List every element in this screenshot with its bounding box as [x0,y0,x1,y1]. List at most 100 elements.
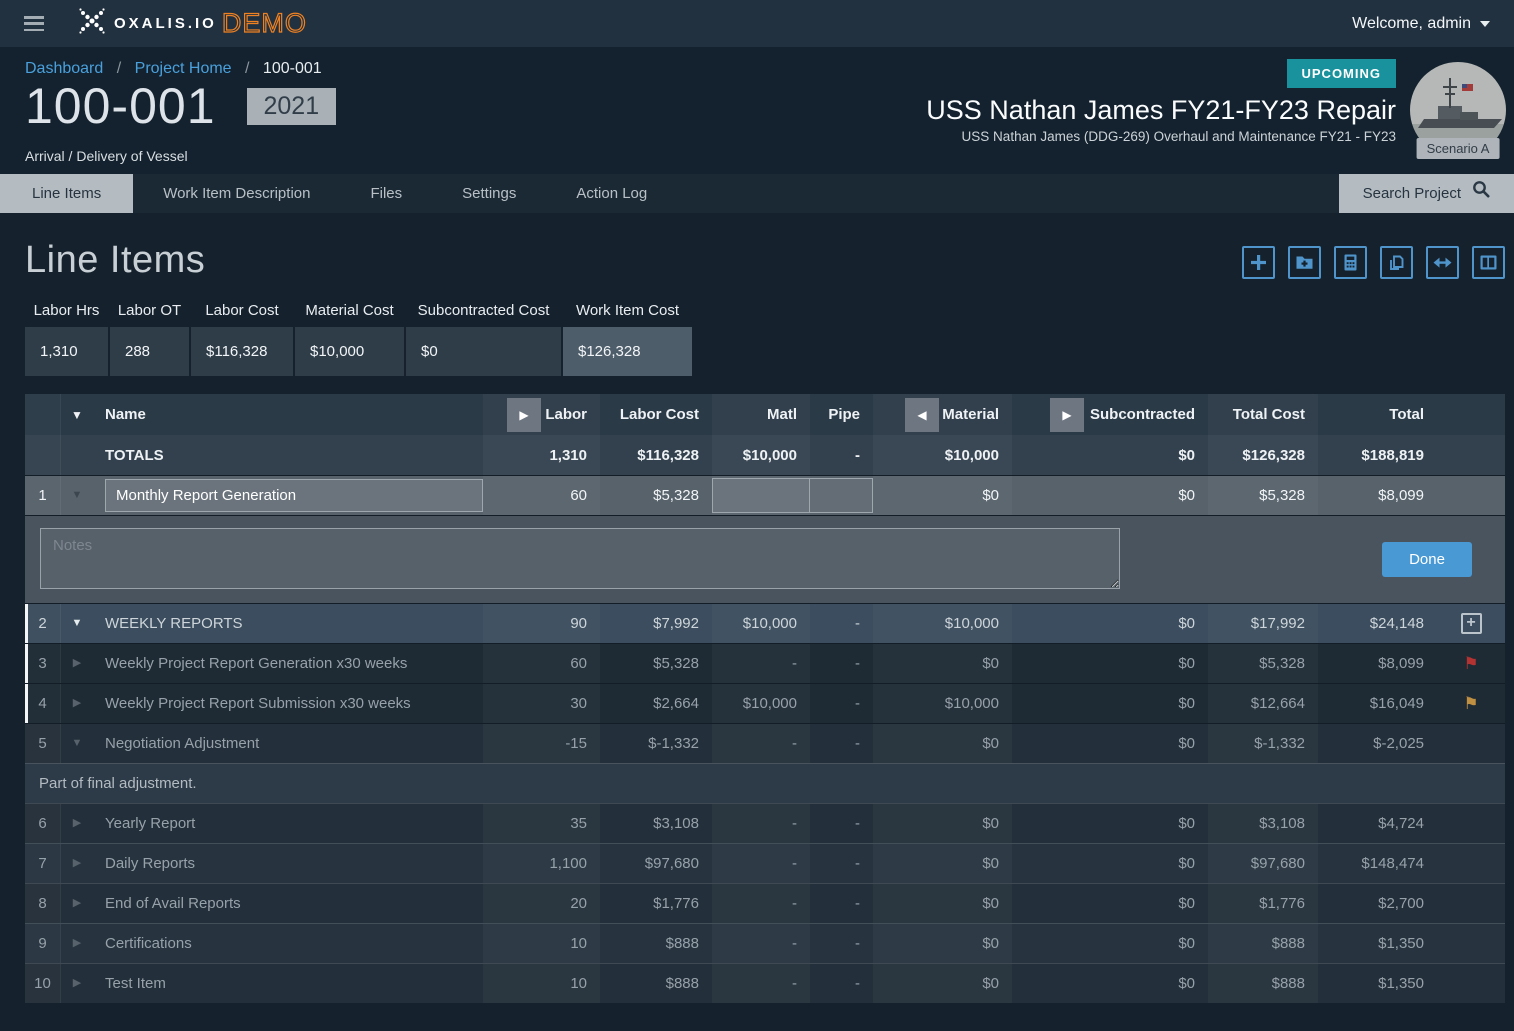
header-pipe: Pipe [810,394,873,435]
cell-material: $10,000 [873,604,1012,643]
row-number: 3 [25,644,61,683]
cell-matl: $10,000 [712,435,810,475]
tab-files[interactable]: Files [340,174,432,213]
line-item-row[interactable]: 7Daily Reports1,100$97,680--$0$0$97,680$… [25,843,1505,883]
row-expander[interactable] [61,804,93,843]
project-header: Dashboard / Project Home / 100-001 100-0… [0,47,1514,174]
cell-total-cost: $888 [1208,964,1318,1003]
breadcrumb-dashboard[interactable]: Dashboard [25,60,103,77]
stat-value-labor-ot: 288 [110,327,189,376]
stat-value-labor-cost: $116,328 [191,327,293,376]
cell-total: $2,700 [1318,884,1437,923]
cell-total-cost: $5,328 [1208,644,1318,683]
row-action-cell [1437,884,1505,923]
cell-pipe: - [810,884,873,923]
cell-pipe: - [810,804,873,843]
done-button[interactable]: Done [1382,542,1472,577]
row-expander[interactable] [61,724,93,763]
matl-input[interactable] [712,478,810,513]
cell-total: $1,350 [1318,964,1437,1003]
row-action-cell [1437,435,1505,475]
line-item-row[interactable]: 6Yearly Report35$3,108--$0$0$3,108$4,724 [25,803,1505,843]
row-expander[interactable] [61,924,93,963]
header-total-cost: Total Cost [1208,394,1318,435]
cell-subcontracted: $0 [1012,884,1208,923]
line-item-row[interactable]: 10Test Item10$888--$0$0$888$1,350 [25,963,1505,1003]
header-labor-label: Labor [545,406,587,423]
chevron-down-icon [72,738,83,749]
tab-settings[interactable]: Settings [432,174,546,213]
row-expander[interactable] [61,684,93,723]
chevron-down-icon [71,409,83,421]
stat-label: Subcontracted Cost [406,302,561,319]
cell-labor: 1,100 [483,844,600,883]
scenario-badge[interactable]: Scenario A [1417,138,1500,159]
cell-labor-cost: $3,108 [600,804,712,843]
line-item-row[interactable]: 2WEEKLY REPORTS90$7,992$10,000-$10,000$0… [25,603,1505,643]
row-action-cell: ⚑ [1437,644,1505,683]
row-expander[interactable] [61,964,93,1003]
collapse-all-toggle[interactable] [61,394,93,435]
cell-labor-cost: $97,680 [600,844,712,883]
row-expander[interactable] [61,604,93,643]
resize-columns-button[interactable] [1426,246,1459,279]
cell-labor-cost: $116,328 [600,435,712,475]
cell-total: $24,148 [1318,604,1437,643]
add-line-item-button[interactable] [1242,246,1275,279]
stat-value-labor-hrs: 1,310 [25,327,108,376]
row-expander[interactable] [61,884,93,923]
project-year-badge: 2021 [247,88,337,125]
row-expander[interactable] [61,476,93,515]
duplicate-button[interactable] [1380,246,1413,279]
line-item-row[interactable]: 3Weekly Project Report Generation x30 we… [25,643,1505,683]
cell-pipe [810,476,873,515]
item-name-input[interactable] [105,479,483,512]
calculator-button[interactable] [1334,246,1367,279]
line-item-row[interactable]: 9Certifications10$888--$0$0$888$1,350 [25,923,1505,963]
expand-labor-columns-button[interactable] [507,398,541,432]
line-item-row[interactable]: 4Weekly Project Report Submission x30 we… [25,683,1505,723]
tab-work-item-description[interactable]: Work Item Description [133,174,340,213]
cell-labor: 20 [483,884,600,923]
search-project-label: Search Project [1363,174,1461,213]
add-group-button[interactable] [1288,246,1321,279]
cell-material: $0 [873,964,1012,1003]
line-item-row[interactable]: 5Negotiation Adjustment-15$-1,332--$0$0$… [25,723,1505,763]
cell-material: $0 [873,844,1012,883]
user-menu[interactable]: Welcome, admin [1352,15,1490,33]
cell-matl: - [712,644,810,683]
expand-subcontracted-columns-button[interactable] [1050,398,1084,432]
tab-line-items[interactable]: Line Items [0,174,133,213]
chevron-right-icon [73,818,81,829]
line-item-row[interactable]: 8End of Avail Reports20$1,776--$0$0$1,77… [25,883,1505,923]
row-expander[interactable] [61,844,93,883]
menu-icon[interactable] [24,16,44,31]
cell-matl: - [712,964,810,1003]
row-action-cell [1437,844,1505,883]
cell-pipe: - [810,964,873,1003]
cell-material: $0 [873,724,1012,763]
cell-total-cost: $888 [1208,924,1318,963]
cell-pipe: - [810,924,873,963]
flag-icon[interactable]: ⚑ [1463,654,1478,674]
row-number: 5 [25,724,61,763]
breadcrumb-project-home[interactable]: Project Home [135,60,232,77]
stat-label: Material Cost [295,302,404,319]
line-item-row[interactable]: 160$5,328$0$0$5,328$8,099 [25,475,1505,515]
search-project-button[interactable]: Search Project [1339,174,1514,213]
cell-total: $8,099 [1318,476,1437,515]
cell-labor: 35 [483,804,600,843]
flag-icon[interactable]: ⚑ [1463,694,1478,714]
row-expander[interactable] [61,644,93,683]
add-child-icon[interactable]: + [1461,613,1482,634]
collapse-material-columns-button[interactable] [905,398,939,432]
item-name-cell [93,476,483,515]
tab-action-log[interactable]: Action Log [546,174,677,213]
column-layout-button[interactable] [1472,246,1505,279]
cell-total: $148,474 [1318,844,1437,883]
project-avatar[interactable]: Scenario A [1410,62,1506,159]
pipe-input[interactable] [810,478,873,513]
cell-material: $0 [873,476,1012,515]
notes-input[interactable] [40,528,1120,589]
cell-total-cost: $17,992 [1208,604,1318,643]
